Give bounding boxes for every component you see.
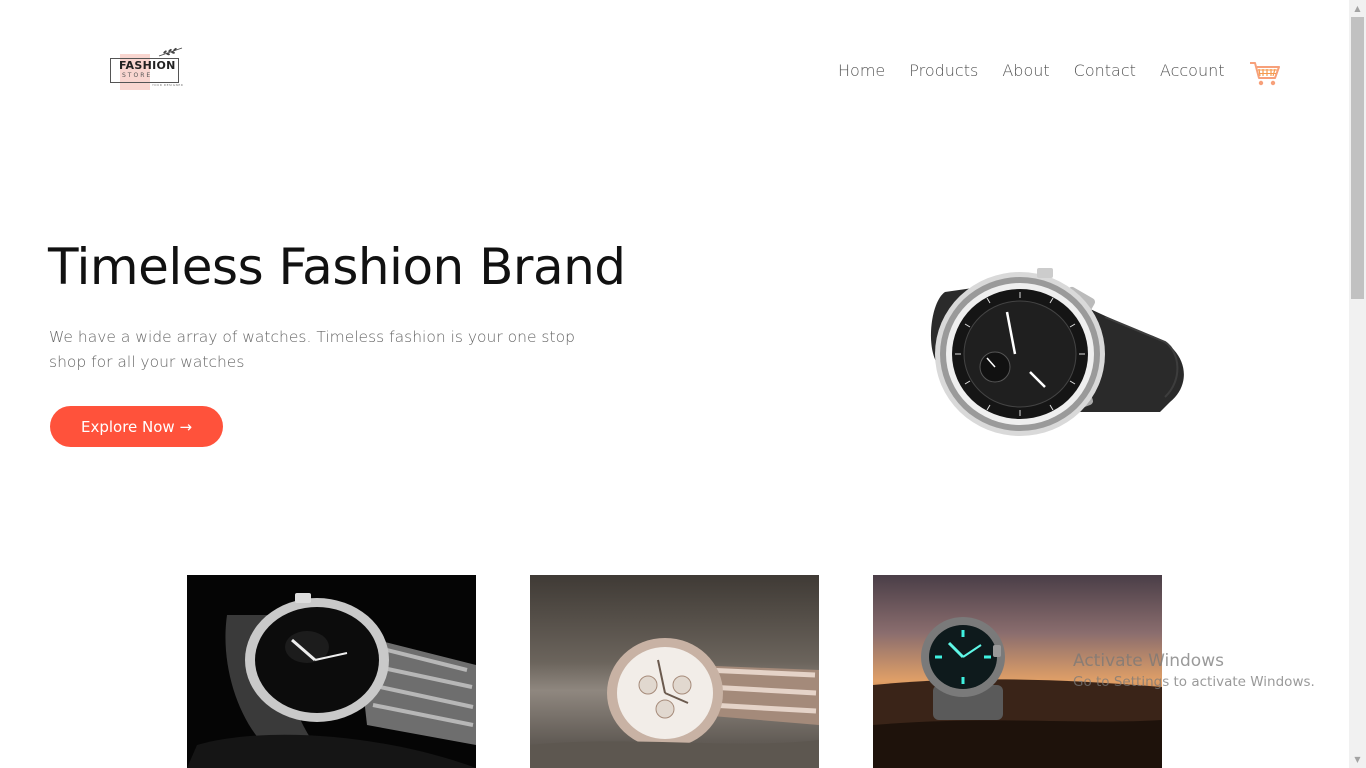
leaf-icon [158,47,183,57]
logo-subtitle: STORE [122,72,153,79]
nav-link-account[interactable]: Account [1160,61,1225,80]
wristwatch-image [930,268,1184,436]
explore-now-button[interactable]: Explore Now → [50,406,223,447]
scroll-down-arrow-icon[interactable]: ▼ [1349,751,1366,768]
logo-wordmark: FASHION [119,59,176,72]
nav-link-about[interactable]: About [1002,61,1049,80]
product-card-3[interactable] [873,575,1162,768]
hero-description: We have a wide array of watches. Timeles… [49,328,575,371]
nav-link-home[interactable]: Home [838,61,885,80]
explore-now-label: Explore Now → [80,417,193,436]
shopping-cart-icon[interactable] [1248,58,1282,88]
store-logo[interactable]: FASHION STORE YOUR DESIGNER [108,46,184,92]
page: FASHION STORE YOUR DESIGNER Home Product… [0,0,1349,768]
rose-gold-watch-image [530,638,819,768]
glowing-dive-watch-sunset-image [873,617,1162,768]
scroll-up-arrow-icon[interactable]: ▲ [1349,0,1366,17]
logo-tagline: YOUR DESIGNER [152,83,184,87]
nav-link-products[interactable]: Products [909,61,978,80]
product-card-2[interactable] [530,575,819,768]
product-card-1[interactable] [187,575,476,768]
main-nav: Home Products About Contact Account [826,61,1237,80]
steel-watch-dark-image [187,593,476,768]
nav-link-contact[interactable]: Contact [1074,61,1136,80]
scrollbar-thumb[interactable] [1351,17,1364,299]
hero-title: Timeless Fashion Brand [48,238,626,296]
vertical-scrollbar[interactable]: ▲ ▼ [1349,0,1366,768]
